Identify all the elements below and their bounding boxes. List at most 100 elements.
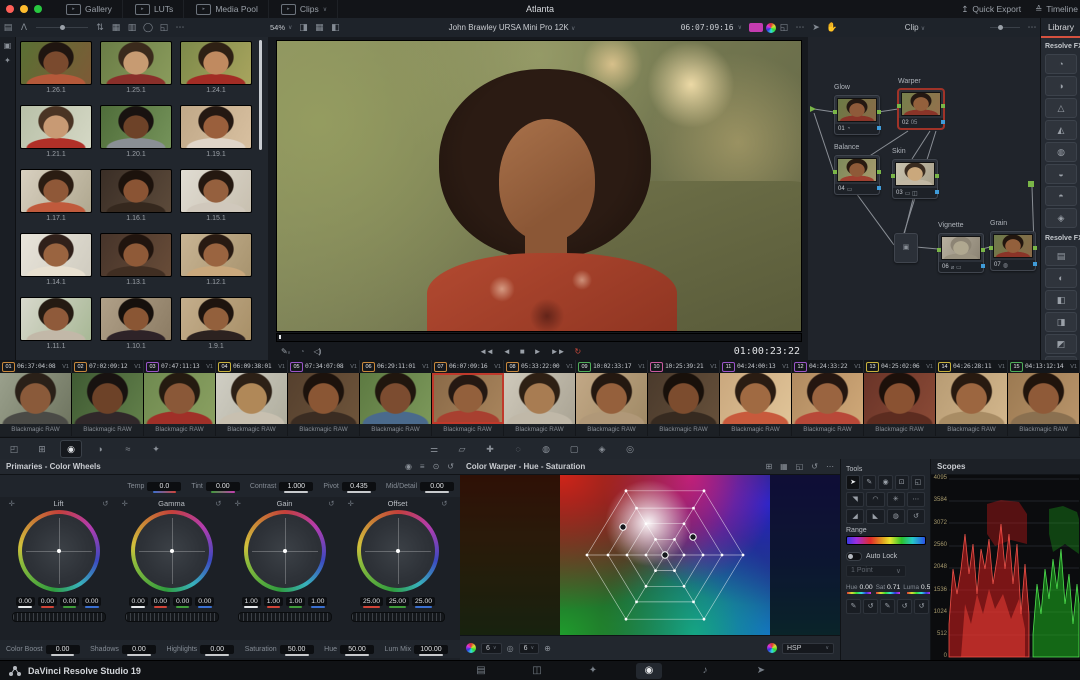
- gallery-still[interactable]: 1.15.1: [176, 169, 256, 233]
- adjustment-value[interactable]: 0.00: [200, 645, 234, 654]
- sat-steps-select[interactable]: 6∨: [519, 643, 540, 654]
- hue-picker-icon[interactable]: ✎: [846, 599, 861, 614]
- stills-icon[interactable]: ▣: [0, 41, 15, 50]
- gallery-still[interactable]: 1.25.1: [96, 41, 176, 105]
- timeline-clip-04[interactable]: 0406:09:38:01V1Blackmagic RAW: [216, 360, 288, 437]
- pin-tool-icon[interactable]: ◉: [878, 475, 892, 490]
- range-gradient-bar[interactable]: [846, 536, 926, 545]
- list-view-icon[interactable]: ▥: [124, 22, 140, 33]
- resolvefx-effect-icon[interactable]: ◓: [1045, 186, 1077, 206]
- stop-button[interactable]: ■: [520, 347, 524, 356]
- draw-tool-icon[interactable]: ✎: [862, 475, 876, 490]
- wheel-ring[interactable]: [244, 510, 326, 592]
- camera-raw-icon[interactable]: ◰: [4, 441, 24, 457]
- curves-icon[interactable]: ≈: [118, 441, 138, 457]
- resolvefx-effect-icon[interactable]: ◑: [1045, 76, 1077, 96]
- pane-wipe-icon[interactable]: ◧: [327, 22, 343, 33]
- node-vignette[interactable]: 06⌀ ▭: [938, 233, 984, 273]
- adjustment-value[interactable]: 0.0: [147, 482, 181, 491]
- hue-saturation-field[interactable]: [460, 475, 840, 635]
- more-icon[interactable]: ⋯: [826, 462, 834, 471]
- warp-star-icon[interactable]: ✳: [887, 492, 905, 507]
- timeline-clip-13[interactable]: 1304:25:02:06V1Blackmagic RAW: [864, 360, 936, 437]
- topbar-tab-gallery[interactable]: ▸Gallery: [56, 0, 123, 18]
- node-warper[interactable]: 0205: [898, 89, 944, 129]
- grab-still-icon[interactable]: ᐱ: [16, 22, 32, 33]
- gallery-still[interactable]: 1.9.1: [176, 297, 256, 361]
- wheel-channel-value[interactable]: 25.00: [386, 597, 409, 606]
- thumb-size-slider[interactable]: [36, 27, 88, 28]
- timeline-clip-03[interactable]: 0307:47:11:13V1Blackmagic RAW: [144, 360, 216, 437]
- adjustment-value[interactable]: 0.00: [122, 645, 156, 654]
- color-match-icon[interactable]: ⊞: [32, 441, 52, 457]
- wheel-channel-value[interactable]: 1.00: [308, 597, 327, 606]
- grid-icon[interactable]: ⊞: [765, 462, 772, 471]
- resolvefx-effect-icon[interactable]: ◒: [1045, 164, 1077, 184]
- viewer-jog-bar[interactable]: [276, 333, 802, 342]
- timeline-clip-11[interactable]: 1104:24:00:13V1Blackmagic RAW: [720, 360, 792, 437]
- palette-icon[interactable]: [766, 23, 776, 33]
- gallery-still[interactable]: 1.13.1: [96, 233, 176, 297]
- page-color[interactable]: ◉: [636, 663, 662, 679]
- blur-icon[interactable]: ◍: [536, 441, 556, 457]
- node-balance[interactable]: 04▭: [834, 155, 880, 195]
- reset-icon[interactable]: ↺: [811, 462, 818, 471]
- log-mode-icon[interactable]: ⊙: [433, 462, 440, 471]
- warp-left-icon[interactable]: ◣: [866, 509, 884, 524]
- warper-value-number[interactable]: 0.00: [858, 584, 873, 591]
- warp-down-icon[interactable]: ◢: [846, 509, 864, 524]
- step-back-button[interactable]: ◄: [503, 347, 510, 356]
- wheels-mode-icon[interactable]: ◉: [405, 462, 412, 471]
- adjustment-value[interactable]: 1.000: [279, 482, 313, 491]
- clip-color-icon[interactable]: [749, 23, 763, 32]
- topbar-tab-clips[interactable]: ▸Clips∨: [271, 0, 338, 18]
- viewer-image[interactable]: [276, 40, 802, 332]
- wheel-channel-value[interactable]: 0.00: [38, 597, 57, 606]
- gallery-still[interactable]: 1.26.1: [16, 41, 96, 105]
- adjustment-value[interactable]: 0.00: [206, 482, 240, 491]
- cursor-icon[interactable]: ➤: [808, 22, 824, 33]
- topbar-tab-luts[interactable]: ▸LUTs: [125, 0, 184, 18]
- wheel-channel-value[interactable]: 25.00: [412, 597, 435, 606]
- goto-start-button[interactable]: ◄◄: [479, 347, 493, 356]
- gallery-still[interactable]: 1.21.1: [16, 105, 96, 169]
- timeline-clip-09[interactable]: 0910:02:33:17V1Blackmagic RAW: [576, 360, 648, 437]
- wheel-master-dial[interactable]: [238, 612, 332, 622]
- mesh-icon[interactable]: ▦: [780, 462, 788, 471]
- wheel-reset-icon[interactable]: ↺: [328, 499, 334, 508]
- timeline-clip-07[interactable]: 0706:07:09:16V1Blackmagic RAW: [432, 360, 504, 437]
- wheel-center-dot[interactable]: [283, 549, 287, 553]
- wheel-ring[interactable]: [131, 510, 213, 592]
- wheel-channel-value[interactable]: 25.00: [360, 597, 383, 606]
- more-icon[interactable]: ⋯: [172, 22, 188, 33]
- stereo-icon[interactable]: ◎: [620, 441, 640, 457]
- loop-button[interactable]: ↻: [574, 347, 580, 356]
- resolvefx-effect-icon[interactable]: ▤: [1045, 246, 1077, 266]
- expand-tool-icon[interactable]: ◱: [911, 475, 925, 490]
- gallery-still[interactable]: 1.16.1: [96, 169, 176, 233]
- resolvefx-effect-icon[interactable]: ◐: [1045, 268, 1077, 288]
- gallery-still[interactable]: 1.12.1: [176, 233, 256, 297]
- reset-icon[interactable]: ↺: [447, 462, 454, 471]
- wheel-channel-value[interactable]: 0.00: [82, 597, 101, 606]
- expand-icon[interactable]: ◱: [796, 462, 804, 471]
- search-icon[interactable]: ◯: [140, 22, 156, 33]
- wheel-mode-icon[interactable]: ✛: [348, 499, 354, 508]
- more-icon[interactable]: ⋯: [792, 22, 808, 33]
- adjustment-value[interactable]: 50.00: [280, 645, 314, 654]
- warp-arc-icon[interactable]: ◠: [866, 492, 884, 507]
- expand-icon[interactable]: ◱: [776, 22, 792, 33]
- adjustment-value[interactable]: 50.00: [340, 645, 374, 654]
- resolvefx-effect-icon[interactable]: ◧: [1045, 290, 1077, 310]
- pane-single-icon[interactable]: ◨: [295, 22, 311, 33]
- wheel-ring[interactable]: [357, 510, 439, 592]
- node-skin[interactable]: 03▭ ◫: [892, 159, 938, 199]
- wheel-master-dial[interactable]: [351, 612, 445, 622]
- more-tools-icon[interactable]: ⋯: [907, 492, 925, 507]
- timeline-clip-12[interactable]: 1204:24:33:22V1Blackmagic RAW: [792, 360, 864, 437]
- key-icon[interactable]: ▢: [564, 441, 584, 457]
- bars-mode-icon[interactable]: ≡: [420, 462, 425, 471]
- wheel-mode-icon[interactable]: ✛: [122, 499, 128, 508]
- wheel-channel-value[interactable]: 0.00: [151, 597, 170, 606]
- wheel-channel-value[interactable]: 1.00: [242, 597, 261, 606]
